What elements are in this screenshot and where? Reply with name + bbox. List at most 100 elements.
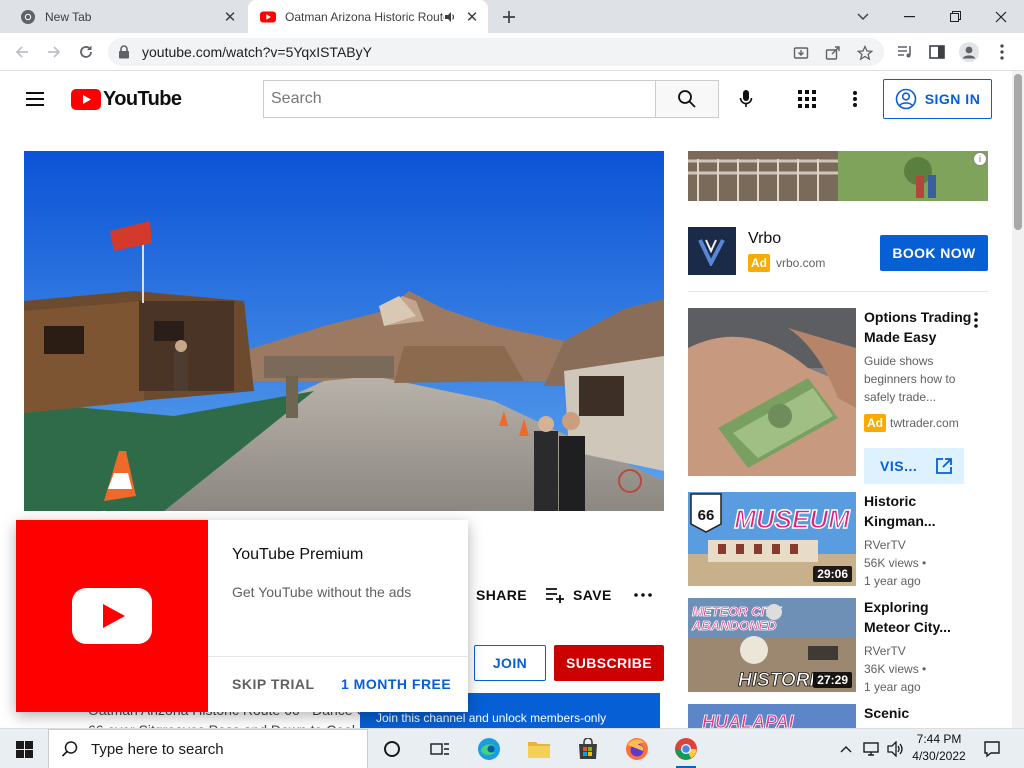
description-line: beginners how to xyxy=(864,372,956,386)
browser-toolbar: youtube.com/watch?v=5YqxISTAByY xyxy=(0,33,1024,71)
vrbo-logo[interactable] xyxy=(688,227,736,275)
title-line: Options Trading xyxy=(864,309,972,325)
title-line: Exploring xyxy=(864,599,929,615)
ad-banner-image[interactable] xyxy=(688,151,988,201)
tab-youtube-video[interactable]: Oatman Arizona Historic Route 66 ✕ xyxy=(248,0,488,33)
promoted-thumbnail[interactable] xyxy=(688,308,856,476)
audio-playing-icon[interactable] xyxy=(444,11,460,23)
voice-search-mic-icon[interactable] xyxy=(733,86,759,112)
title-line: Made Easy xyxy=(864,329,937,345)
related-video-thumbnail[interactable]: 66 MUSEUM 29:06 xyxy=(688,492,856,586)
windows-start-icon[interactable] xyxy=(0,729,48,768)
settings-more-icon[interactable] xyxy=(842,86,868,112)
minimize-icon[interactable] xyxy=(886,0,932,33)
profile-avatar-icon[interactable] xyxy=(957,40,981,64)
save-button[interactable]: SAVE xyxy=(545,583,612,607)
related-video-title[interactable]: Historic Kingman... xyxy=(864,491,974,531)
browser-tab-strip: New Tab ✕ Oatman Arizona Historic Route … xyxy=(0,0,1024,33)
chrome-menu-icon[interactable] xyxy=(990,40,1014,64)
share-label: SHARE xyxy=(476,587,528,603)
one-month-free-button[interactable]: 1 MONTH FREE xyxy=(341,676,451,692)
more-actions-icon[interactable] xyxy=(634,583,652,607)
ad-separator xyxy=(688,291,988,292)
firefox-icon[interactable] xyxy=(617,733,657,765)
edge-browser-icon[interactable] xyxy=(469,733,509,765)
restore-icon[interactable] xyxy=(932,0,978,33)
taskbar-search-placeholder: Type here to search xyxy=(91,740,224,758)
cortana-icon[interactable] xyxy=(372,733,412,765)
tab-title: Oatman Arizona Historic Route 66 xyxy=(285,9,444,24)
notifications-icon[interactable] xyxy=(980,737,1004,761)
share-button[interactable]: SHARE xyxy=(476,583,527,607)
subscribe-label: SUBSCRIBE xyxy=(565,655,653,671)
new-tab-icon[interactable] xyxy=(498,6,520,28)
close-tab-icon[interactable]: ✕ xyxy=(220,7,240,27)
system-clock[interactable]: 7:44 PM 4/30/2022 xyxy=(906,731,972,765)
side-panel-icon[interactable] xyxy=(925,40,949,64)
title-line: Kingman... xyxy=(864,513,936,529)
taskbar-search-box[interactable]: Type here to search xyxy=(48,729,368,768)
youtube-wordmark: YouTube xyxy=(103,88,182,110)
ad-info-icon[interactable]: i xyxy=(973,152,987,166)
search-box[interactable] xyxy=(263,80,656,118)
chrome-taskbar-icon[interactable] xyxy=(666,733,706,768)
share-page-icon[interactable] xyxy=(824,44,842,62)
money-hands-photo xyxy=(688,308,856,476)
close-tab-icon[interactable]: ✕ xyxy=(462,7,482,27)
skip-trial-button[interactable]: SKIP TRIAL xyxy=(232,676,315,692)
subscribe-button[interactable]: SUBSCRIBE xyxy=(554,645,664,681)
book-now-label: BOOK NOW xyxy=(892,245,976,261)
youtube-logo[interactable]: YouTube xyxy=(71,88,182,111)
svg-text:66: 66 xyxy=(698,507,715,524)
page-scrollbar[interactable] xyxy=(1012,71,1024,728)
back-icon[interactable] xyxy=(10,40,34,64)
youtube-masthead: YouTube SIGN IN xyxy=(0,71,1012,127)
close-window-icon[interactable] xyxy=(978,0,1024,33)
description-line: safely trade... xyxy=(864,390,937,404)
forward-icon[interactable] xyxy=(42,40,66,64)
sign-in-button[interactable]: SIGN IN xyxy=(883,79,992,119)
file-explorer-icon[interactable] xyxy=(519,733,559,765)
search-icon xyxy=(61,741,78,757)
scrollbar-thumb[interactable] xyxy=(1014,74,1022,230)
search-button[interactable] xyxy=(655,80,719,118)
tab-new-tab[interactable]: New Tab ✕ xyxy=(8,0,246,33)
search-input[interactable] xyxy=(264,81,656,117)
related-video-thumbnail[interactable]: METEOR CITY ABANDONED HISTORIC 27:29 xyxy=(688,598,856,692)
join-button[interactable]: JOIN xyxy=(474,645,546,681)
book-now-button[interactable]: BOOK NOW xyxy=(880,235,988,271)
promoted-title[interactable]: Options Trading Made Easy xyxy=(864,307,974,347)
related-video-title[interactable]: Exploring Meteor City... xyxy=(864,597,974,637)
advertiser-domain-row: Ad vrbo.com xyxy=(748,254,825,272)
media-control-icon[interactable] xyxy=(893,40,917,64)
visit-site-button[interactable]: VIS... xyxy=(864,448,964,484)
install-app-icon[interactable] xyxy=(792,44,810,62)
upload-age: 1 year ago xyxy=(864,680,921,694)
thumbnail-text: MUSEUM xyxy=(734,504,851,534)
advertiser-name[interactable]: Vrbo xyxy=(748,230,781,248)
cabin-deck-photo xyxy=(688,151,988,201)
video-player[interactable] xyxy=(24,151,664,511)
show-hidden-icons-chevron-icon[interactable] xyxy=(838,737,854,761)
network-icon[interactable] xyxy=(860,737,882,761)
bookmark-star-icon[interactable] xyxy=(856,44,874,62)
title-line: Historic xyxy=(864,493,917,509)
microsoft-store-icon[interactable] xyxy=(568,733,608,765)
promoted-more-icon[interactable] xyxy=(968,311,984,329)
reload-icon[interactable] xyxy=(74,40,98,64)
clock-date: 4/30/2022 xyxy=(912,749,966,763)
menu-icon[interactable] xyxy=(24,89,48,109)
view-count: 36K views xyxy=(864,662,919,676)
screen: New Tab ✕ Oatman Arizona Historic Route … xyxy=(0,0,1024,768)
related-video-title[interactable]: Scenic xyxy=(864,703,974,723)
related-video-thumbnail[interactable]: HUALAPAI xyxy=(688,704,856,728)
tab-title: New Tab xyxy=(45,9,92,24)
volume-icon[interactable] xyxy=(884,737,906,761)
tab-search-chevron-icon[interactable] xyxy=(840,0,886,33)
chrome-icon xyxy=(21,9,35,24)
task-view-icon[interactable] xyxy=(420,733,460,765)
premium-subtitle: Get YouTube without the ads xyxy=(232,584,412,600)
address-bar[interactable]: youtube.com/watch?v=5YqxISTAByY xyxy=(108,38,884,66)
youtube-play-icon xyxy=(72,588,152,644)
apps-grid-icon[interactable] xyxy=(794,86,820,112)
